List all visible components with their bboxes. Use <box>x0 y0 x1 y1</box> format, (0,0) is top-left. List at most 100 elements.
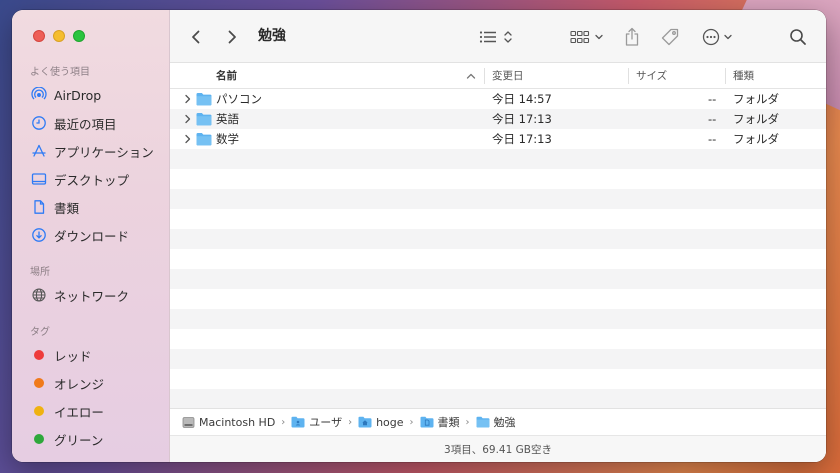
file-name: パソコン <box>216 92 262 106</box>
download-icon <box>31 227 47 243</box>
share-button[interactable] <box>620 10 644 63</box>
ellipsis-circle-icon <box>702 28 732 45</box>
sidebar-item-network[interactable]: ネットワーク <box>12 281 169 309</box>
window-controls <box>33 30 85 42</box>
minimize-window-button[interactable] <box>53 30 65 42</box>
file-modified: 今日 17:13 <box>492 132 552 146</box>
finder-window: よく使う項目 AirDrop 最近の項目 アプリケーション デスクトップ 書類 … <box>12 10 826 462</box>
sidebar-item-label: 書類 <box>54 200 80 216</box>
folder-icon <box>196 132 212 146</box>
path-crumb-label: 書類 <box>437 416 460 429</box>
folder-icon <box>476 416 490 428</box>
back-button[interactable] <box>184 10 208 63</box>
locations-header: 場所 <box>30 267 50 278</box>
view-options-button[interactable] <box>476 10 516 63</box>
sidebar-item-label: AirDrop <box>54 87 102 103</box>
path-crumb-label: 勉強 <box>493 416 516 429</box>
clock-icon <box>31 115 47 131</box>
sidebar-item-label: デスクトップ <box>54 172 130 188</box>
locations-section: 場所 ネットワーク <box>12 265 169 309</box>
sidebar-item-label: ネットワーク <box>54 288 130 304</box>
sidebar-item-downloads[interactable]: ダウンロード <box>12 221 169 249</box>
path-crumb-current[interactable]: 勉強 <box>476 414 516 430</box>
column-divider[interactable] <box>484 68 485 84</box>
main-pane: 勉強 名前 変更日 サイズ 種類 パソコン 今日 14:57 -- フォルダ 英… <box>170 10 826 462</box>
group-button[interactable] <box>568 10 608 63</box>
column-modified-header[interactable]: 変更日 <box>492 63 524 89</box>
empty-row <box>170 249 826 269</box>
column-header: 名前 変更日 サイズ 種類 <box>170 63 826 89</box>
close-window-button[interactable] <box>33 30 45 42</box>
disclosure-triangle-icon[interactable] <box>184 89 192 109</box>
file-row-eigo[interactable]: 英語 今日 17:13 -- フォルダ <box>170 109 826 129</box>
empty-row <box>170 149 826 169</box>
column-divider[interactable] <box>628 68 629 84</box>
grid-group-icon <box>570 30 603 43</box>
file-row-sugaku[interactable]: 数学 今日 17:13 -- フォルダ <box>170 129 826 149</box>
sidebar-item-label: グリーン <box>54 432 104 448</box>
zoom-window-button[interactable] <box>73 30 85 42</box>
file-name: 数学 <box>216 132 239 146</box>
path-crumb-hoge[interactable]: hoge › <box>358 416 419 429</box>
empty-row <box>170 329 826 349</box>
chevron-right-icon: › <box>281 416 286 428</box>
sidebar-item-tag-yellow[interactable]: イエロー <box>12 397 169 425</box>
path-crumb-documents[interactable]: 書類 › <box>420 414 476 430</box>
red-tag-dot-icon <box>34 350 44 360</box>
disclosure-triangle-icon[interactable] <box>184 129 192 149</box>
path-crumb-macintosh-hd[interactable]: Macintosh HD › <box>182 416 291 429</box>
document-icon <box>31 199 47 215</box>
chevron-right-icon: › <box>409 416 414 428</box>
column-name-header[interactable]: 名前 <box>216 63 237 89</box>
file-name: 英語 <box>216 112 239 126</box>
file-size: -- <box>708 132 717 146</box>
sidebar-item-applications[interactable]: アプリケーション <box>12 137 169 165</box>
sidebar-item-label: ダウンロード <box>54 228 130 244</box>
favorites-section: よく使う項目 AirDrop 最近の項目 アプリケーション デスクトップ 書類 … <box>12 65 169 249</box>
empty-row <box>170 369 826 389</box>
path-crumb-label: ユーザ <box>309 416 343 429</box>
file-kind: フォルダ <box>733 112 779 126</box>
sidebar-item-airdrop[interactable]: AirDrop <box>12 81 169 109</box>
search-icon <box>790 28 806 45</box>
sidebar-item-label: アプリケーション <box>54 144 154 160</box>
folder-icon <box>196 112 212 126</box>
share-icon <box>625 27 639 46</box>
column-divider[interactable] <box>725 68 726 84</box>
file-kind: フォルダ <box>733 92 779 106</box>
sidebar-item-tag-red[interactable]: レッド <box>12 341 169 369</box>
path-bar: Macintosh HD › ユーザ › hoge › 書類 › 勉強 <box>170 408 826 435</box>
file-row-pasokon[interactable]: パソコン 今日 14:57 -- フォルダ <box>170 89 826 109</box>
empty-row <box>170 289 826 309</box>
sidebar-item-desktop[interactable]: デスクトップ <box>12 165 169 193</box>
path-crumb-users[interactable]: ユーザ › <box>291 414 358 430</box>
chevron-right-icon: › <box>348 416 353 428</box>
file-list: パソコン 今日 14:57 -- フォルダ 英語 今日 17:13 -- フォル… <box>170 89 826 408</box>
empty-row <box>170 349 826 369</box>
search-button[interactable] <box>784 10 812 63</box>
chevron-right-icon <box>228 30 236 43</box>
column-kind-header[interactable]: 種類 <box>733 63 754 89</box>
favorites-header: よく使う項目 <box>30 67 90 78</box>
disclosure-triangle-icon[interactable] <box>184 109 192 129</box>
sidebar-item-label: レッド <box>54 348 92 364</box>
sidebar-item-recents[interactable]: 最近の項目 <box>12 109 169 137</box>
empty-row <box>170 269 826 289</box>
sidebar-item-documents[interactable]: 書類 <box>12 193 169 221</box>
forward-button[interactable] <box>220 10 244 63</box>
yellow-tag-dot-icon <box>34 406 44 416</box>
sidebar: よく使う項目 AirDrop 最近の項目 アプリケーション デスクトップ 書類 … <box>12 10 170 462</box>
toolbar: 勉強 <box>170 10 826 63</box>
tags-section: タグ レッド オレンジ イエロー グリーン <box>12 325 169 453</box>
network-globe-icon <box>31 287 47 303</box>
documents-folder-icon <box>420 416 434 428</box>
sidebar-item-tag-orange[interactable]: オレンジ <box>12 369 169 397</box>
sidebar-item-label: 最近の項目 <box>54 116 117 132</box>
sidebar-item-tag-green[interactable]: グリーン <box>12 425 169 453</box>
tag-button[interactable] <box>657 10 683 63</box>
applications-icon <box>31 143 47 159</box>
more-actions-button[interactable] <box>700 10 740 63</box>
orange-tag-dot-icon <box>34 378 44 388</box>
sidebar-item-label: オレンジ <box>54 376 105 392</box>
column-size-header[interactable]: サイズ <box>636 63 667 89</box>
